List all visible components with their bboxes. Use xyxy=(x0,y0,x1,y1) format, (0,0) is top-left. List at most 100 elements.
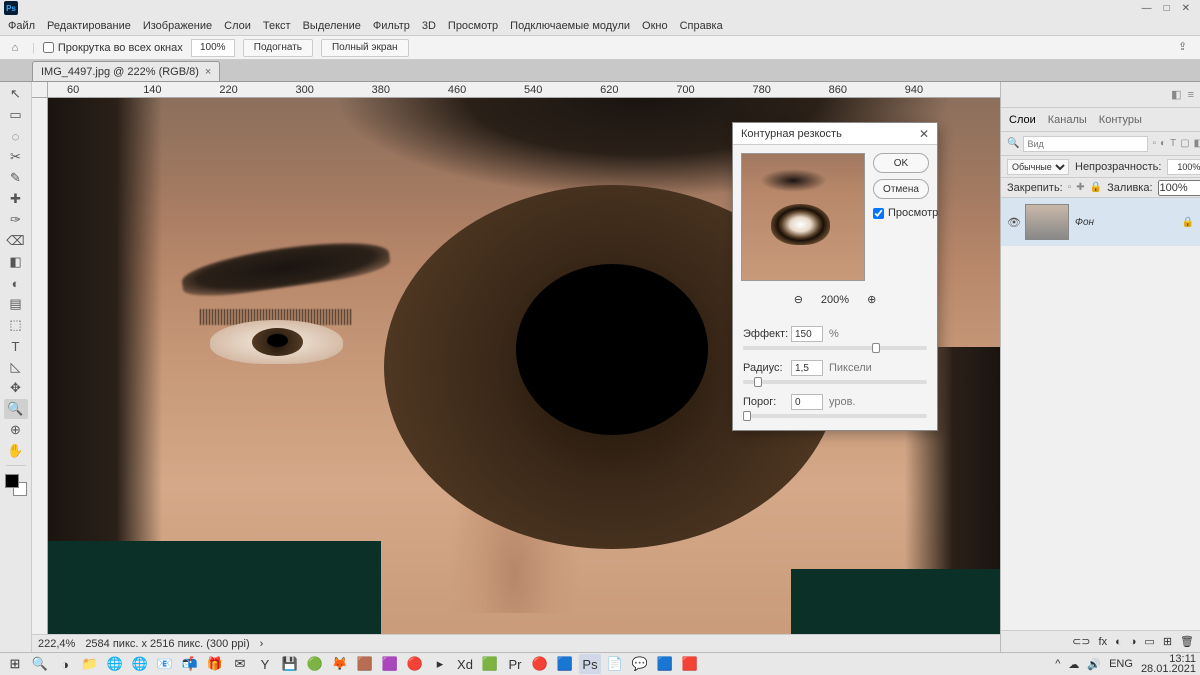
text-tool[interactable]: T xyxy=(4,336,28,356)
taskbar-save[interactable]: 💾 xyxy=(279,654,301,674)
menu-layers[interactable]: Слои xyxy=(224,20,251,32)
threshold-input[interactable] xyxy=(791,394,823,410)
threshold-slider[interactable] xyxy=(743,414,927,418)
menu-view[interactable]: Просмотр xyxy=(448,20,498,32)
fit-button[interactable]: Подогнать xyxy=(243,39,313,57)
radius-slider[interactable] xyxy=(743,380,927,384)
document-tab-close[interactable]: × xyxy=(205,66,211,78)
taskbar-browser2[interactable]: 🌐 xyxy=(129,654,151,674)
taskbar-opera[interactable]: 🔴 xyxy=(529,654,551,674)
blend-mode-select[interactable]: Обычные xyxy=(1007,159,1069,175)
menu-image[interactable]: Изображение xyxy=(143,20,212,32)
layer-row[interactable]: 👁 Фон 🔒 xyxy=(1001,198,1200,246)
taskbar-explorer[interactable]: 📁 xyxy=(79,654,101,674)
preview-checkbox[interactable] xyxy=(873,208,884,219)
home-icon[interactable]: ⌂ xyxy=(6,39,24,57)
taskbar-photoshop[interactable]: Ps xyxy=(579,654,601,674)
filter-image-icon[interactable]: ▫ xyxy=(1152,137,1156,151)
taskbar-mail[interactable]: 📧 xyxy=(154,654,176,674)
foreground-color[interactable] xyxy=(5,474,19,488)
dialog-titlebar[interactable]: Контурная резкость ✕ xyxy=(733,123,937,145)
taskbar-red[interactable]: 🟥 xyxy=(679,654,701,674)
menu-file[interactable]: Файл xyxy=(8,20,35,32)
taskbar-blue[interactable]: 🟦 xyxy=(554,654,576,674)
taskbar-play[interactable]: ▸ xyxy=(429,654,451,674)
blur-tool[interactable]: ◐ xyxy=(4,273,28,293)
layer-name[interactable]: Фон xyxy=(1075,217,1094,228)
hand-tool-alt[interactable]: ✥ xyxy=(4,378,28,398)
hand-tool[interactable]: ✋ xyxy=(4,441,28,461)
taskbar-premiere[interactable]: Pr xyxy=(504,654,526,674)
taskbar-whatsapp[interactable]: 💬 xyxy=(629,654,651,674)
taskbar-gift[interactable]: 🎁 xyxy=(204,654,226,674)
eyedropper-tool[interactable]: ✚ xyxy=(4,189,28,209)
taskbar-firefox[interactable]: 🦊 xyxy=(329,654,351,674)
tray-language[interactable]: ENG xyxy=(1109,658,1133,670)
dialog-preview[interactable] xyxy=(741,153,865,281)
lock-all-icon[interactable]: 🔒 xyxy=(1090,182,1102,193)
marquee-tool[interactable]: ▭ xyxy=(4,105,28,125)
extra-tool[interactable]: ⊕ xyxy=(4,420,28,440)
delete-layer-icon[interactable]: 🗑 xyxy=(1180,635,1194,648)
radius-input[interactable] xyxy=(791,360,823,376)
filter-smart-icon[interactable]: ◧ xyxy=(1194,137,1200,151)
effect-input[interactable] xyxy=(791,326,823,342)
taskbar-app2[interactable]: 🟪 xyxy=(379,654,401,674)
lock-position-icon[interactable]: ✚ xyxy=(1076,182,1084,193)
menu-plugins[interactable]: Подключаемые модули xyxy=(510,20,630,32)
menu-window[interactable]: Окно xyxy=(642,20,668,32)
taskbar-green[interactable]: 🟩 xyxy=(479,654,501,674)
taskbar-blue2[interactable]: 🟦 xyxy=(654,654,676,674)
scroll-all-checkbox[interactable] xyxy=(43,42,54,53)
tray-volume-icon[interactable]: 🔊 xyxy=(1087,658,1101,671)
menu-select[interactable]: Выделение xyxy=(303,20,361,32)
taskbar-doc[interactable]: 📄 xyxy=(604,654,626,674)
layer-thumbnail[interactable] xyxy=(1025,204,1069,240)
ok-button[interactable]: OK xyxy=(873,153,929,173)
menu-edit[interactable]: Редактирование xyxy=(47,20,131,32)
taskbar-edge[interactable]: 🌐 xyxy=(104,654,126,674)
menu-3d[interactable]: 3D xyxy=(422,20,436,32)
taskbar-app3[interactable]: 🔴 xyxy=(404,654,426,674)
move-tool[interactable]: ↖ xyxy=(4,84,28,104)
status-chevron[interactable]: › xyxy=(260,638,264,650)
new-layer-icon[interactable]: ⊞ xyxy=(1163,635,1172,648)
preview-checkbox-row[interactable]: Просмотр xyxy=(873,207,929,219)
color-swatch[interactable] xyxy=(5,474,27,496)
tray-expand[interactable]: ^ xyxy=(1055,658,1060,670)
dialog-close-icon[interactable]: ✕ xyxy=(919,127,929,141)
filter-shape-icon[interactable]: ▢ xyxy=(1180,137,1189,151)
layer-visibility-icon[interactable]: 👁 xyxy=(1007,216,1019,228)
taskbar-envelope[interactable]: ✉ xyxy=(229,654,251,674)
layer-lock-icon[interactable]: 🔒 xyxy=(1182,217,1194,228)
lasso-tool[interactable]: ◌ xyxy=(4,126,28,146)
tray-clock[interactable]: 13:11 28.01.2021 xyxy=(1141,654,1196,674)
lock-pixels-icon[interactable]: ▫ xyxy=(1068,182,1072,193)
tab-channels[interactable]: Каналы xyxy=(1048,114,1087,126)
zoom-in-icon[interactable]: ⊕ xyxy=(867,293,876,306)
group-icon[interactable]: ▭ xyxy=(1144,635,1154,648)
taskbar-xd[interactable]: Xd xyxy=(454,654,476,674)
layer-filter-input[interactable] xyxy=(1023,136,1148,152)
tray-cloud-icon[interactable]: ☁ xyxy=(1068,658,1079,671)
tab-layers[interactable]: Слои xyxy=(1009,114,1036,126)
status-zoom[interactable]: 222,4% xyxy=(38,638,75,650)
taskbar-mail2[interactable]: 📬 xyxy=(179,654,201,674)
document-tab[interactable]: IMG_4497.jpg @ 222% (RGB/8) × xyxy=(32,61,220,81)
start-button[interactable]: ⊞ xyxy=(4,654,26,674)
eraser-tool[interactable]: ⌫ xyxy=(4,231,28,251)
search-icon[interactable]: 🔍 xyxy=(1007,137,1019,151)
frame-tool[interactable]: ✎ xyxy=(4,168,28,188)
minimize-button[interactable]: — xyxy=(1142,3,1152,14)
taskbar-cortana[interactable]: ◑ xyxy=(54,654,76,674)
scroll-all-windows[interactable]: Прокрутка во всех окнах xyxy=(43,42,183,54)
opacity-input[interactable] xyxy=(1167,159,1200,175)
mask-icon[interactable]: ◐ xyxy=(1115,636,1122,648)
close-button[interactable]: ✕ xyxy=(1182,3,1190,14)
cancel-button[interactable]: Отмена xyxy=(873,179,929,199)
adjustment-icon[interactable]: ◑ xyxy=(1130,636,1137,648)
maximize-button[interactable]: □ xyxy=(1164,3,1170,14)
taskbar-chrome[interactable]: 🟢 xyxy=(304,654,326,674)
fx-icon[interactable]: fx xyxy=(1099,636,1108,648)
menu-filter[interactable]: Фильтр xyxy=(373,20,410,32)
